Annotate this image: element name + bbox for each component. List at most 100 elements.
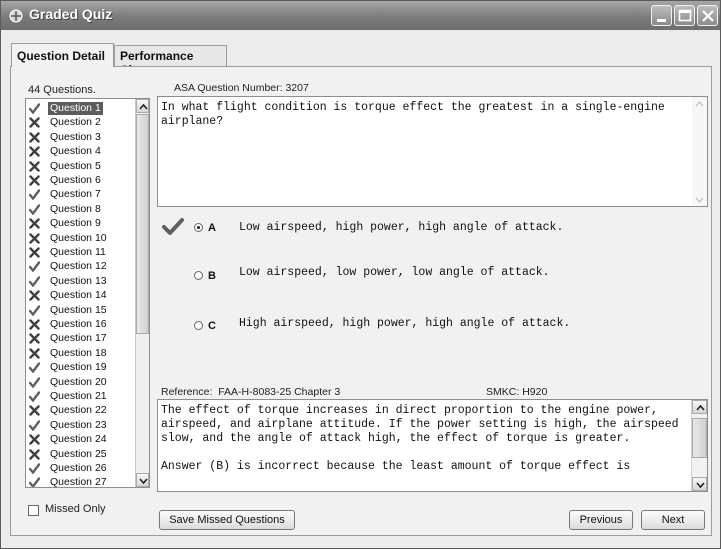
list-item[interactable]: Question 3	[29, 131, 134, 144]
question-scrollbar[interactable]	[692, 97, 707, 206]
tab-label: Question Detail	[17, 49, 106, 63]
chevron-down-icon	[139, 478, 148, 485]
list-item[interactable]: Question 12	[29, 260, 134, 273]
answer-c-letter: C	[208, 320, 216, 332]
checkmark-icon	[29, 376, 40, 388]
previous-button[interactable]: Previous	[569, 510, 633, 530]
tab-performance-chart[interactable]: Performance Chart	[114, 45, 227, 77]
tab-question-detail[interactable]: Question Detail	[11, 43, 114, 67]
list-item[interactable]: Question 1	[29, 102, 134, 115]
question-list[interactable]: Question 1 Question 2 Question 3 Question 4…	[25, 98, 150, 488]
next-button[interactable]: Next	[641, 510, 705, 530]
list-item[interactable]: Question 23	[29, 419, 134, 432]
list-item-label: Question 5	[50, 159, 101, 172]
list-item[interactable]: Question 17	[29, 332, 134, 345]
list-item-label: Question 11	[50, 246, 106, 258]
checkmark-icon	[29, 362, 40, 374]
list-item[interactable]: Question 19	[29, 361, 134, 374]
list-item[interactable]: Question 18	[29, 347, 134, 360]
list-item-label: Question 25	[50, 447, 107, 460]
list-item-label: Question 3	[50, 130, 101, 143]
list-item-label: Question 7	[50, 188, 101, 201]
list-item-label: Question 6	[50, 174, 101, 186]
list-item[interactable]: Question 14	[29, 289, 134, 302]
list-item-label: Question 12	[50, 260, 107, 273]
x-icon	[29, 247, 40, 258]
list-item-label: Question 9	[50, 217, 101, 230]
x-icon	[29, 175, 40, 186]
list-item[interactable]: Question 21	[29, 390, 134, 403]
explanation-box[interactable]: The effect of torque increases in direct…	[157, 399, 708, 492]
x-icon	[29, 117, 40, 129]
list-item-label: Question 13	[50, 274, 107, 287]
list-item[interactable]: Question 20	[29, 376, 134, 389]
scroll-thumb[interactable]	[136, 114, 149, 334]
list-item[interactable]: Question 10	[29, 232, 134, 245]
window-title: Graded Quiz	[29, 6, 113, 22]
answer-b-letter: B	[208, 270, 216, 282]
minimize-button[interactable]	[651, 5, 672, 26]
checkmark-icon	[29, 261, 40, 273]
missed-only-checkbox[interactable]	[28, 505, 39, 516]
list-item[interactable]: Question 8	[29, 203, 134, 216]
list-item[interactable]: Question 7	[29, 188, 134, 201]
list-item-label: Question 17	[50, 332, 107, 345]
x-icon	[29, 146, 40, 157]
explanation-scrollbar[interactable]	[691, 400, 707, 491]
scroll-up-button[interactable]	[136, 99, 149, 113]
list-item[interactable]: Question 16	[29, 318, 134, 331]
list-item[interactable]: Question 15	[29, 304, 134, 317]
reference-label: Reference:	[161, 386, 213, 398]
list-item[interactable]: Question 4	[29, 145, 134, 158]
list-item[interactable]: Question 2	[29, 116, 134, 129]
answer-b-radio[interactable]	[194, 271, 203, 280]
maximize-button[interactable]	[674, 5, 695, 26]
list-item[interactable]: Question 25	[29, 448, 134, 461]
missed-only-label: Missed Only	[45, 503, 106, 515]
list-item-label: Question 10	[50, 231, 107, 244]
x-icon	[29, 290, 40, 301]
list-item[interactable]: Question 11	[29, 246, 134, 259]
list-item[interactable]: Question 6	[29, 174, 134, 187]
question-count: 44 Questions.	[28, 84, 96, 96]
scroll-thumb[interactable]	[692, 418, 707, 458]
answer-c-text: High airspeed, high power, high angle of…	[239, 317, 571, 330]
close-button[interactable]	[697, 5, 718, 26]
chevron-up-icon	[139, 103, 148, 110]
list-item-label: Question 18	[50, 346, 107, 359]
list-item[interactable]: Question 24	[29, 433, 134, 446]
list-item[interactable]: Question 9	[29, 217, 134, 230]
list-item[interactable]: Question 5	[29, 160, 134, 173]
list-item-label: Question 16	[50, 318, 107, 330]
answer-c-radio[interactable]	[194, 321, 203, 330]
list-item[interactable]: Question 22	[29, 404, 134, 417]
smkc-label: SMKC:	[486, 386, 520, 398]
list-item-label: Question 21	[50, 390, 107, 402]
save-missed-questions-button[interactable]: Save Missed Questions	[159, 510, 295, 530]
maximize-icon	[678, 9, 692, 22]
scroll-up-button[interactable]	[692, 400, 707, 414]
question-text: In what flight condition is torque effec…	[161, 101, 665, 128]
x-icon	[29, 160, 40, 172]
x-icon	[29, 132, 40, 143]
checkmark-icon	[29, 204, 40, 215]
x-icon	[29, 405, 40, 417]
scroll-down-button[interactable]	[692, 477, 707, 491]
list-item[interactable]: Question 27	[29, 476, 134, 487]
app-icon	[9, 9, 23, 23]
answer-b-text: Low airspeed, low power, low angle of at…	[239, 266, 550, 279]
list-item-label: Question 26	[50, 462, 107, 474]
question-text-box[interactable]: In what flight condition is torque effec…	[157, 96, 708, 207]
checkmark-icon	[29, 391, 40, 402]
answer-a-radio[interactable]	[194, 223, 203, 232]
checkmark-icon	[29, 304, 40, 316]
x-icon	[29, 218, 40, 229]
list-item-label: Question 23	[50, 418, 107, 431]
list-item[interactable]: Question 26	[29, 462, 134, 475]
list-item[interactable]: Question 13	[29, 275, 134, 288]
scroll-down-button[interactable]	[136, 473, 149, 487]
question-list-scrollbar[interactable]	[135, 99, 149, 487]
correct-answer-checkmark-icon	[162, 218, 184, 235]
chevron-icons	[695, 101, 704, 203]
title-bar[interactable]: Graded Quiz	[1, 1, 720, 30]
